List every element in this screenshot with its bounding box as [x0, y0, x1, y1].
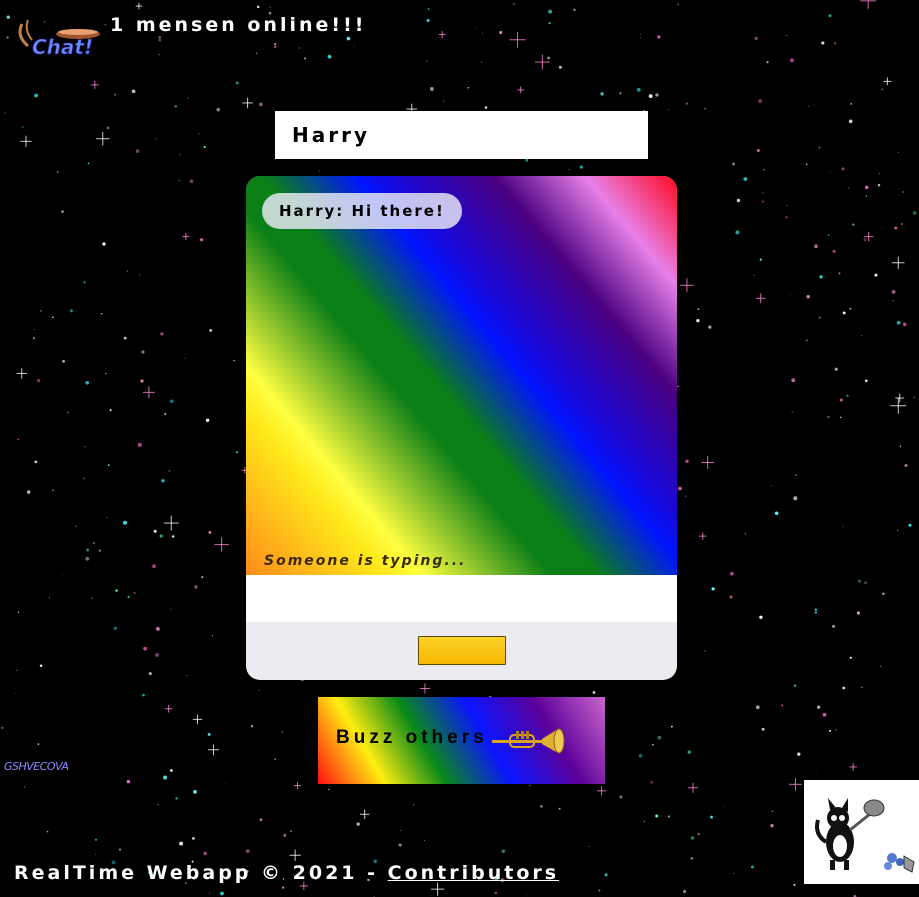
send-button[interactable]	[418, 636, 506, 665]
trumpet-icon	[492, 728, 565, 754]
message-input[interactable]	[246, 575, 677, 622]
buzz-button-label: Buzz others	[336, 727, 488, 748]
footer: RealTime Webapp © 2021 - Contributors	[14, 862, 559, 884]
online-count: 1 mensen online!!!	[110, 14, 367, 36]
typing-indicator: Someone is typing...	[264, 553, 467, 569]
buzz-button[interactable]: Buzz others	[318, 697, 605, 784]
footer-copyright: RealTime Webapp © 2021 -	[14, 862, 388, 884]
cat-animation-image	[804, 780, 919, 884]
username-input[interactable]	[275, 111, 648, 159]
message-list: Harry: Hi there! Someone is typing...	[246, 176, 677, 575]
svg-text:Chat!: Chat!	[32, 35, 93, 59]
message-bubble: Harry: Hi there!	[262, 193, 462, 229]
contributors-link[interactable]: Contributors	[388, 862, 559, 884]
chat-logo: Chat!	[14, 16, 106, 60]
chat-panel: Harry: Hi there! Someone is typing...	[246, 176, 677, 680]
watermark-text: GSHVECOVA	[4, 760, 69, 773]
